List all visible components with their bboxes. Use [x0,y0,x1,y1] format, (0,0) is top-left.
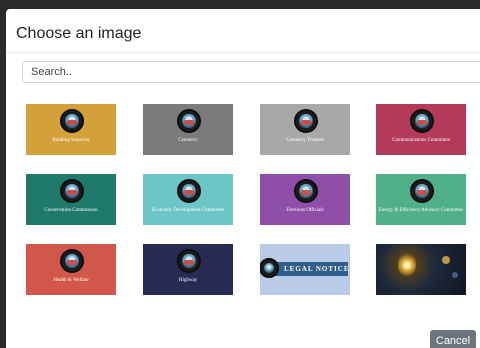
thumbnail-label: Elections Officials [286,208,324,213]
lightbulb-icon [398,252,416,276]
town-seal-icon [177,179,201,203]
thumbnail-label: Highway [178,278,198,283]
image-thumbnail[interactable]: Highway [143,244,233,295]
town-seal-icon [60,179,84,203]
image-thumbnail[interactable]: Building Inspector [26,104,116,155]
thumbnail-label: Health & Welfare [53,278,89,283]
cancel-button[interactable]: Cancel [430,330,476,348]
image-thumbnail[interactable]: Cemetery Trustees [260,104,350,155]
image-thumbnail[interactable]: Conservation Commission [26,174,116,225]
town-seal-icon [177,109,201,133]
image-chooser-dialog: Choose an image Building Inspector Cemete… [6,9,480,348]
image-thumbnail[interactable]: Cemetery [143,104,233,155]
thumbnail-label: Cemetery Trustees [286,138,324,143]
image-thumbnail[interactable]: Elections Officials [260,174,350,225]
image-thumbnail[interactable]: Energy & Efficiency Advisory Committee [376,174,466,225]
thumbnail-label: Communications Committee [392,138,450,143]
search-input[interactable] [22,61,480,83]
thumbnail-label: Building Inspector [52,138,90,143]
town-seal-icon [294,179,318,203]
image-thumbnail[interactable] [376,244,466,295]
town-seal-icon [410,179,434,203]
bokeh-light [452,272,458,278]
dialog-title: Choose an image [16,25,142,42]
image-thumbnail[interactable]: LEGAL NOTICE [260,244,350,295]
thumbnail-label: Energy & Efficiency Advisory Committee [378,208,464,213]
town-seal-icon [410,109,434,133]
town-seal-icon [60,249,84,273]
town-seal-icon [177,249,201,273]
thumbnail-label: Economic Development Committee [152,208,224,213]
photo-background [376,244,466,295]
bokeh-light [442,256,450,264]
town-seal-icon [294,109,318,133]
image-thumbnail[interactable]: Economic Development Committee [143,174,233,225]
image-thumbnail[interactable]: Health & Welfare [26,244,116,295]
town-seal-icon [60,109,84,133]
image-thumbnail[interactable]: Communications Committee [376,104,466,155]
town-seal-icon [260,258,279,278]
thumbnail-label: Cemetery [178,138,198,143]
dialog-header: Choose an image [6,9,480,53]
thumbnail-label: Conservation Commission [44,208,98,213]
legal-notice-text: LEGAL NOTICE [284,265,350,273]
